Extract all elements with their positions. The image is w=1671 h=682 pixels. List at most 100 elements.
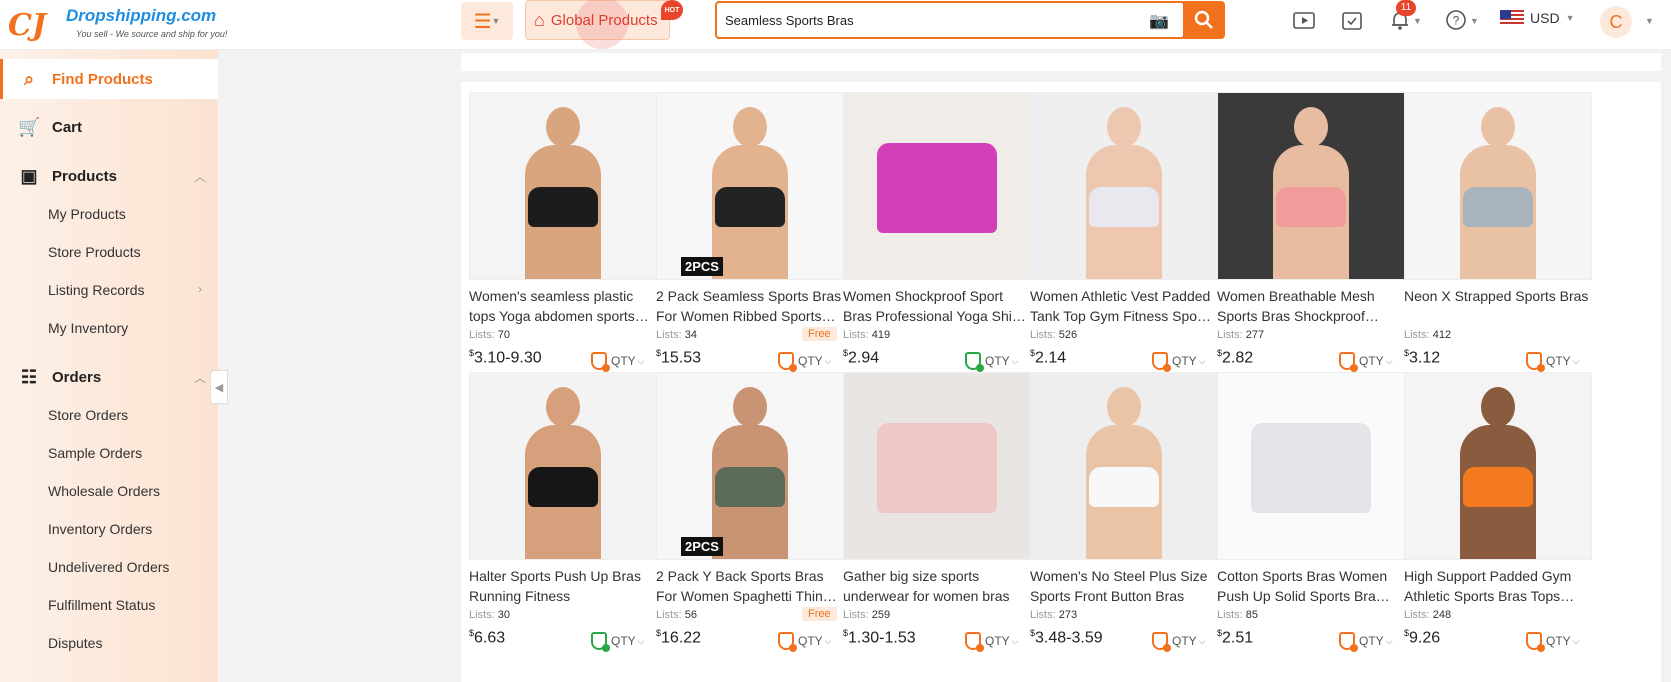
lists-label: Lists: bbox=[1030, 329, 1056, 341]
product-title[interactable]: Cotton Sports Bras Women Push Up Solid S… bbox=[1217, 566, 1405, 606]
sidebar-sub-store-orders[interactable]: Store Orders bbox=[48, 407, 128, 423]
product-card[interactable]: Gather big size sports underwear for wom… bbox=[835, 362, 1031, 652]
logo-mark: CJ bbox=[8, 8, 47, 43]
avatar[interactable]: C bbox=[1600, 6, 1632, 38]
lists-label: Lists: bbox=[1404, 329, 1430, 341]
sidebar-sub-wholesale-orders[interactable]: Wholesale Orders bbox=[48, 483, 160, 499]
price-value: 1.30-1.53 bbox=[848, 629, 916, 647]
sidebar-sub-fulfillment-status[interactable]: Fulfillment Status bbox=[48, 597, 155, 613]
shield-icon bbox=[1526, 632, 1545, 652]
product-title[interactable]: Women Shockproof Sport Bras Professional… bbox=[843, 286, 1031, 326]
product-title[interactable]: Neon X Strapped Sports Bras bbox=[1404, 286, 1592, 326]
product-image[interactable] bbox=[1030, 372, 1218, 560]
product-card[interactable]: Women's No Steel Plus Size Sports Front … bbox=[1022, 362, 1218, 652]
sidebar-item-products[interactable]: ▣ Products ︿ bbox=[0, 156, 218, 196]
video-icon[interactable] bbox=[1292, 8, 1316, 32]
product-title[interactable]: Women Athletic Vest Padded Tank Top Gym … bbox=[1030, 286, 1218, 326]
product-image[interactable] bbox=[469, 92, 657, 280]
product-image[interactable] bbox=[843, 372, 1031, 560]
sidebar-sub-undelivered-orders[interactable]: Undelivered Orders bbox=[48, 559, 169, 575]
sidebar-collapse-toggle[interactable]: ◀ bbox=[210, 370, 228, 404]
task-check-icon[interactable] bbox=[1340, 8, 1364, 32]
product-card[interactable]: 2PCS 2 Pack Y Back Sports Bras For Women … bbox=[648, 362, 844, 652]
price-value: 3.48-3.59 bbox=[1035, 629, 1103, 647]
help-icon[interactable]: ? bbox=[1444, 8, 1468, 32]
chevron-down-icon[interactable]: ▼ bbox=[1470, 16, 1479, 26]
lists-label: Lists: bbox=[1217, 329, 1243, 341]
lists-count: Lists: 248 bbox=[1404, 609, 1451, 621]
product-image[interactable]: 2PCS bbox=[656, 372, 844, 560]
sidebar-sub-disputes[interactable]: Disputes bbox=[48, 635, 102, 651]
chevron-down-icon: ⌵ bbox=[1198, 635, 1206, 646]
sidebar-sub-listing-records[interactable]: Listing Records › bbox=[48, 282, 202, 298]
product-card[interactable]: Neon X Strapped Sports Bras Lists: 412 $3.… bbox=[1396, 82, 1592, 372]
chevron-down-icon[interactable]: ▼ bbox=[1645, 16, 1654, 26]
global-products-button[interactable]: ⌂ Global Products bbox=[525, 0, 670, 49]
qty-dropdown[interactable]: QTY ⌵ bbox=[1546, 632, 1580, 650]
sidebar-sub-inventory-orders[interactable]: Inventory Orders bbox=[48, 521, 152, 537]
product-image[interactable] bbox=[1217, 372, 1405, 560]
sidebar-sub-my-inventory[interactable]: My Inventory bbox=[48, 320, 128, 336]
product-image[interactable] bbox=[1404, 92, 1592, 280]
chevron-down-icon[interactable]: ▼ bbox=[1413, 16, 1422, 26]
qty-dropdown[interactable]: QTY ⌵ bbox=[1172, 632, 1206, 650]
lists-label: Lists: bbox=[843, 609, 869, 621]
lists-count: Lists: 85 bbox=[1217, 609, 1258, 621]
product-title[interactable]: Women's seamless plastic tops Yoga abdom… bbox=[469, 286, 657, 326]
garment bbox=[877, 423, 997, 513]
sidebar-item-orders[interactable]: ☷ Orders ︿ bbox=[0, 357, 218, 397]
search-input[interactable] bbox=[725, 9, 1145, 31]
product-card[interactable]: Women Athletic Vest Padded Tank Top Gym … bbox=[1022, 82, 1218, 372]
lists-value: 526 bbox=[1058, 329, 1078, 341]
garment bbox=[528, 467, 598, 507]
lists-label: Lists: bbox=[469, 609, 495, 621]
logo-name: Dropshipping.com bbox=[66, 6, 217, 25]
product-title[interactable]: Halter Sports Push Up Bras Running Fitne… bbox=[469, 566, 657, 606]
qty-dropdown[interactable]: QTY ⌵ bbox=[985, 632, 1019, 650]
product-image[interactable] bbox=[469, 372, 657, 560]
lists-label: Lists: bbox=[1030, 609, 1056, 621]
sidebar-sub-sample-orders[interactable]: Sample Orders bbox=[48, 445, 142, 461]
search-button[interactable] bbox=[1183, 1, 1225, 39]
currency-selector[interactable]: USD ▼ bbox=[1500, 10, 1574, 26]
lists-count: Lists: 412 bbox=[1404, 329, 1451, 341]
product-card[interactable]: Women's seamless plastic tops Yoga abdom… bbox=[461, 82, 657, 372]
garment bbox=[1089, 467, 1159, 507]
product-card[interactable]: Women Shockproof Sport Bras Professional… bbox=[835, 82, 1031, 372]
lists-value: 30 bbox=[497, 609, 510, 621]
product-title[interactable]: Women's No Steel Plus Size Sports Front … bbox=[1030, 566, 1218, 606]
sidebar-item-find-products[interactable]: ⌕ Find Products bbox=[0, 59, 218, 99]
product-title[interactable]: 2 Pack Y Back Sports Bras For Women Spag… bbox=[656, 566, 844, 606]
product-card[interactable]: Cotton Sports Bras Women Push Up Solid S… bbox=[1209, 362, 1405, 652]
sidebar-sub-store-products[interactable]: Store Products bbox=[48, 244, 141, 260]
product-title[interactable]: Gather big size sports underwear for wom… bbox=[843, 566, 1031, 606]
product-card[interactable]: 2PCS 2 Pack Seamless Sports Bras For Wome… bbox=[648, 82, 844, 372]
product-image[interactable] bbox=[843, 92, 1031, 280]
product-card[interactable]: Halter Sports Push Up Bras Running Fitne… bbox=[461, 362, 657, 652]
lists-value: 85 bbox=[1245, 609, 1258, 621]
search-icon bbox=[1194, 10, 1213, 29]
lists-count: Lists: 30 bbox=[469, 609, 510, 621]
product-title[interactable]: Women Breathable Mesh Sports Bras Shockp… bbox=[1217, 286, 1405, 326]
qty-dropdown[interactable]: QTY ⌵ bbox=[1359, 632, 1393, 650]
product-title[interactable]: 2 Pack Seamless Sports Bras For Women Ri… bbox=[656, 286, 844, 326]
product-image[interactable] bbox=[1404, 372, 1592, 560]
sidebar-sub-my-products[interactable]: My Products bbox=[48, 206, 126, 222]
qty-dropdown[interactable]: QTY ⌵ bbox=[611, 632, 645, 650]
sidebar-item-cart[interactable]: 🛒 Cart bbox=[0, 107, 218, 147]
qty-dropdown[interactable]: QTY ⌵ bbox=[798, 632, 832, 650]
product-image[interactable]: 2PCS bbox=[656, 92, 844, 280]
product-image[interactable] bbox=[1030, 92, 1218, 280]
garment bbox=[715, 467, 785, 507]
product-card[interactable]: Women Breathable Mesh Sports Bras Shockp… bbox=[1209, 82, 1405, 372]
product-title[interactable]: High Support Padded Gym Athletic Sports … bbox=[1404, 566, 1592, 606]
qty-label: QTY bbox=[1359, 634, 1384, 648]
lists-count: Lists: 34 bbox=[656, 329, 697, 341]
category-menu-button[interactable]: ☰ ▼ bbox=[461, 2, 513, 40]
logo[interactable]: CJ Dropshipping.com You sell - We source… bbox=[8, 4, 228, 46]
pack-badge: 2PCS bbox=[681, 257, 723, 276]
camera-icon[interactable]: 📷 bbox=[1149, 11, 1169, 31]
product-card[interactable]: High Support Padded Gym Athletic Sports … bbox=[1396, 362, 1592, 652]
product-image[interactable] bbox=[1217, 92, 1405, 280]
model-figure bbox=[1084, 387, 1164, 559]
